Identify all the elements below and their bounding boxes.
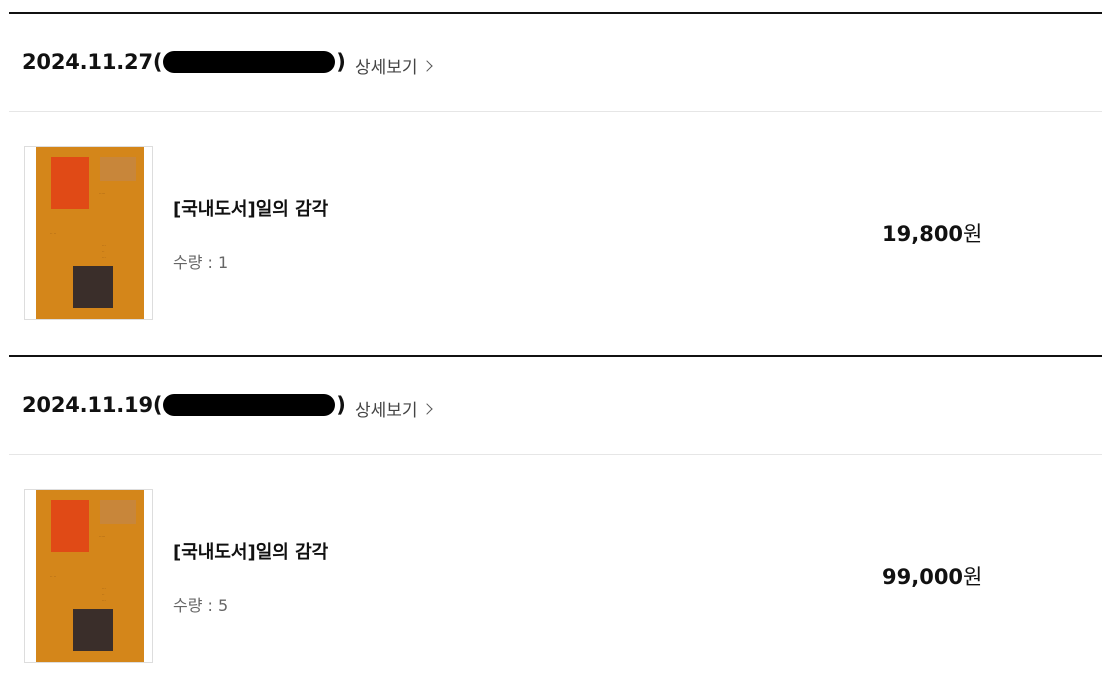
item-price: 19,800원: [882, 218, 982, 248]
redacted-order-number: [163, 51, 336, 73]
item-quantity: 수량 : 1: [173, 253, 229, 272]
price-currency: 원: [963, 565, 983, 589]
order-item: ····· ·· ·· ··· ·· ··· [국내도서]일의 감각 수량 : 1 …: [9, 112, 1102, 352]
chevron-right-icon: [420, 59, 433, 72]
order-item: ····· ·· ·· ··· ·· ··· [국내도서]일의 감각 수량 : 5 …: [9, 455, 1102, 695]
book-cover-image: ····· ·· ·· ··· ·· ···: [36, 490, 144, 662]
paren-close: ): [336, 50, 346, 74]
paren-open: (: [152, 50, 163, 74]
order-date: 2024.11.27(): [22, 50, 346, 74]
book-cover-image: ····· ·· ·· ··· ·· ···: [36, 147, 144, 319]
chevron-right-icon: [420, 402, 433, 415]
price-currency: 원: [963, 222, 983, 246]
view-details-link[interactable]: 상세보기: [355, 53, 433, 78]
order-date-text: 2024.11.19: [22, 393, 153, 417]
paren-open: (: [152, 393, 163, 417]
item-title[interactable]: [국내도서]일의 감각: [173, 538, 328, 564]
view-details-link[interactable]: 상세보기: [355, 396, 433, 421]
order-date-text: 2024.11.27: [22, 50, 153, 74]
price-amount: 19,800: [882, 222, 964, 246]
item-quantity: 수량 : 5: [173, 596, 229, 615]
item-price: 99,000원: [882, 561, 982, 591]
order-date: 2024.11.19(): [22, 393, 346, 417]
view-details-label: 상세보기: [355, 401, 418, 421]
price-amount: 99,000: [882, 565, 964, 589]
redacted-order-number: [163, 394, 336, 416]
item-title[interactable]: [국내도서]일의 감각: [173, 195, 328, 221]
book-cover-thumbnail[interactable]: ····· ·· ·· ··· ·· ···: [24, 489, 153, 663]
order-group: 2024.11.19() 상세보기 ····· ·· ·· ··· ·· ··· […: [9, 355, 1102, 695]
view-details-label: 상세보기: [355, 58, 418, 78]
order-group: 2024.11.27() 상세보기 ····· ·· ·· ··· ·· ··· […: [9, 12, 1102, 352]
order-header: 2024.11.19() 상세보기: [9, 357, 1102, 455]
paren-close: ): [336, 393, 346, 417]
order-header: 2024.11.27() 상세보기: [9, 14, 1102, 112]
book-cover-thumbnail[interactable]: ····· ·· ·· ··· ·· ···: [24, 146, 153, 320]
